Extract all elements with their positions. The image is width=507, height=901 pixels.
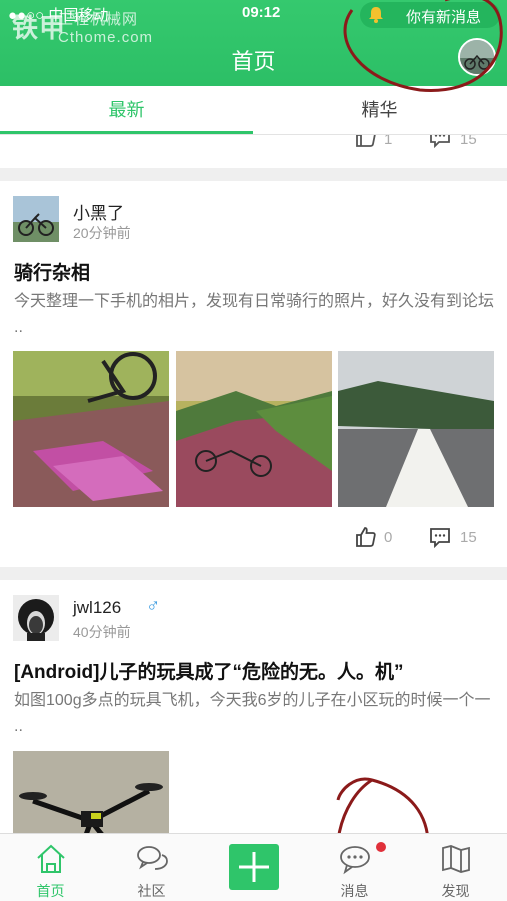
previous-post-footer: 1 15	[0, 135, 507, 168]
watermark-sub: 工程机械网 Cthome.com	[58, 11, 154, 46]
chat-bubbles-icon	[137, 846, 168, 870]
like-count: 1	[384, 135, 393, 148]
post-photo[interactable]	[13, 351, 169, 507]
nav-home[interactable]: 首页	[0, 834, 101, 901]
like-icon[interactable]	[354, 525, 378, 549]
avatar-image	[13, 595, 59, 641]
notification-text: 你有新消息	[406, 9, 482, 26]
new-post-button[interactable]	[229, 844, 279, 890]
author-name[interactable]: 小黑了	[73, 199, 124, 224]
watermark: 铁甲 工程机械网 Cthome.com	[12, 8, 152, 46]
nav-label: 社区	[137, 883, 166, 899]
post-photo[interactable]	[338, 351, 494, 507]
comment-count: 15	[460, 529, 477, 546]
post-photo[interactable]	[13, 751, 169, 833]
nav-post[interactable]	[203, 834, 304, 901]
nav-label: 消息	[340, 883, 369, 899]
tab-featured[interactable]: 精华	[253, 86, 506, 134]
comment-icon[interactable]	[428, 135, 452, 149]
like-count: 0	[384, 529, 393, 546]
avatar-image	[460, 40, 494, 74]
plus-icon	[239, 852, 269, 882]
message-icon	[340, 846, 370, 875]
bell-icon	[369, 7, 383, 23]
author-avatar[interactable]	[13, 196, 59, 242]
nav-messages[interactable]: 消息	[304, 834, 405, 901]
nav-discover[interactable]: 发现	[405, 834, 506, 901]
author-avatar[interactable]	[13, 595, 59, 641]
app-header: ●●○○ 中国移动 09:12 铁甲 工程机械网 Cthome.com 你有新消息…	[0, 0, 507, 86]
unread-badge	[376, 842, 386, 852]
nav-label: 首页	[36, 883, 65, 899]
home-icon	[37, 844, 65, 873]
post-card[interactable]: jwl126 ♂ 40分钟前 [Android]儿子的玩具成了“危险的无。人。机…	[0, 580, 507, 833]
post-title[interactable]: 骑行杂相	[14, 258, 90, 285]
nav-label: 发现	[441, 883, 470, 899]
new-message-banner[interactable]: 你有新消息	[360, 2, 500, 28]
post-title[interactable]: [Android]儿子的玩具成了“危险的无。人。机”	[14, 657, 403, 684]
nav-community[interactable]: 社区	[101, 834, 202, 901]
post-time: 40分钟前	[73, 624, 131, 640]
tab-bar: 最新 精华	[0, 86, 507, 135]
tab-latest[interactable]: 最新	[0, 86, 253, 134]
comment-count: 15	[460, 135, 477, 148]
user-avatar[interactable]	[458, 38, 496, 76]
author-name[interactable]: jwl126	[73, 598, 121, 618]
post-photo[interactable]	[176, 351, 332, 507]
bottom-nav: 首页 社区 消息 发现	[0, 833, 507, 901]
map-icon	[442, 845, 470, 873]
post-excerpt: 如图100g多点的玩具飞机，今天我6岁的儿子在小区玩的时候一个一 ..	[14, 692, 491, 735]
post-time: 20分钟前	[73, 225, 131, 241]
post-excerpt: 今天整理一下手机的相片，发现有日常骑行的照片，好久没有到论坛 ..	[14, 293, 495, 336]
active-tab-indicator	[0, 131, 253, 134]
gender-male-icon: ♂	[146, 596, 161, 617]
page-title: 首页	[231, 49, 276, 74]
like-icon[interactable]	[354, 135, 378, 149]
comment-icon[interactable]	[428, 525, 452, 549]
clock: 09:12	[242, 4, 281, 21]
avatar-image	[13, 196, 59, 242]
post-card[interactable]: 小黑了 20分钟前 骑行杂相 今天整理一下手机的相片，发现有日常骑行的照片，好久…	[0, 181, 507, 567]
